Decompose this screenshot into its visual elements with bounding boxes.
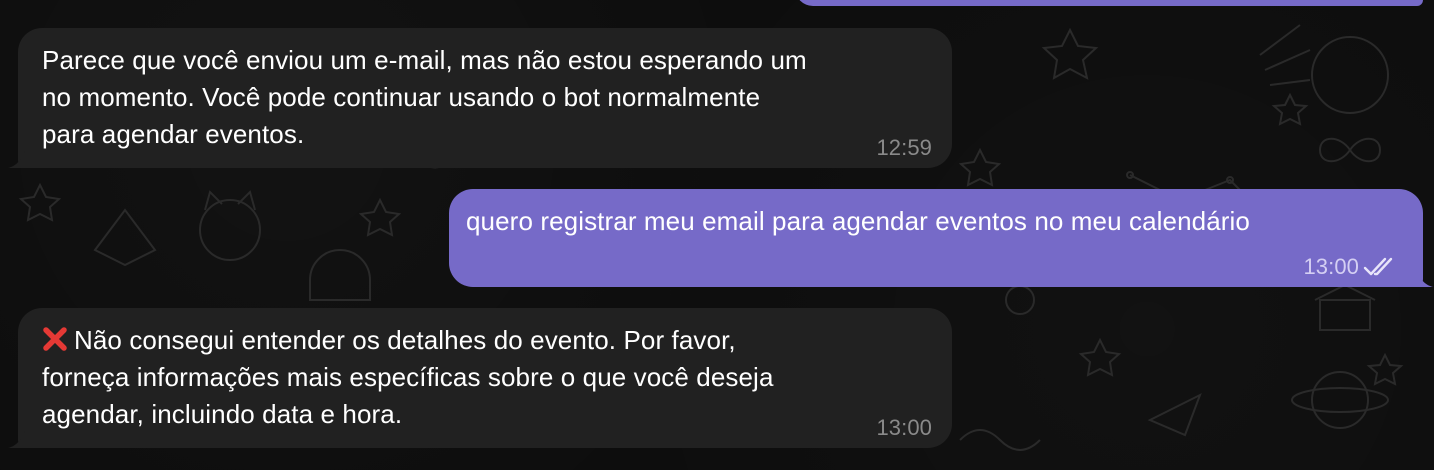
message-text: Não consegui entender os detalhes do eve… bbox=[42, 325, 774, 429]
outgoing-message-bubble[interactable]: quero registrar meu email para agendar e… bbox=[449, 189, 1433, 287]
message-timestamp: 12:59 bbox=[876, 135, 932, 160]
bubble-tail bbox=[8, 148, 26, 168]
read-double-check-icon bbox=[1363, 257, 1393, 276]
bubble-tail bbox=[1415, 267, 1433, 287]
incoming-message-bubble[interactable]: Parece que você enviou um e-mail, mas nã… bbox=[8, 28, 952, 168]
cross-mark-icon bbox=[43, 327, 67, 351]
message-timestamp: 13:00 bbox=[876, 415, 932, 440]
message-time-text: 13:00 bbox=[1303, 254, 1359, 279]
message-timestamp: 13:00 bbox=[1303, 255, 1397, 279]
incoming-error-message-bubble[interactable]: Não consegui entender os detalhes do eve… bbox=[8, 308, 952, 448]
bubble-tail bbox=[8, 428, 26, 448]
message-text: Parece que você enviou um e-mail, mas nã… bbox=[42, 45, 807, 149]
previous-outgoing-message-bubble[interactable] bbox=[795, 0, 1423, 6]
message-text: quero registrar meu email para agendar e… bbox=[466, 206, 1250, 236]
message-text-container: Não consegui entender os detalhes do eve… bbox=[42, 322, 942, 433]
